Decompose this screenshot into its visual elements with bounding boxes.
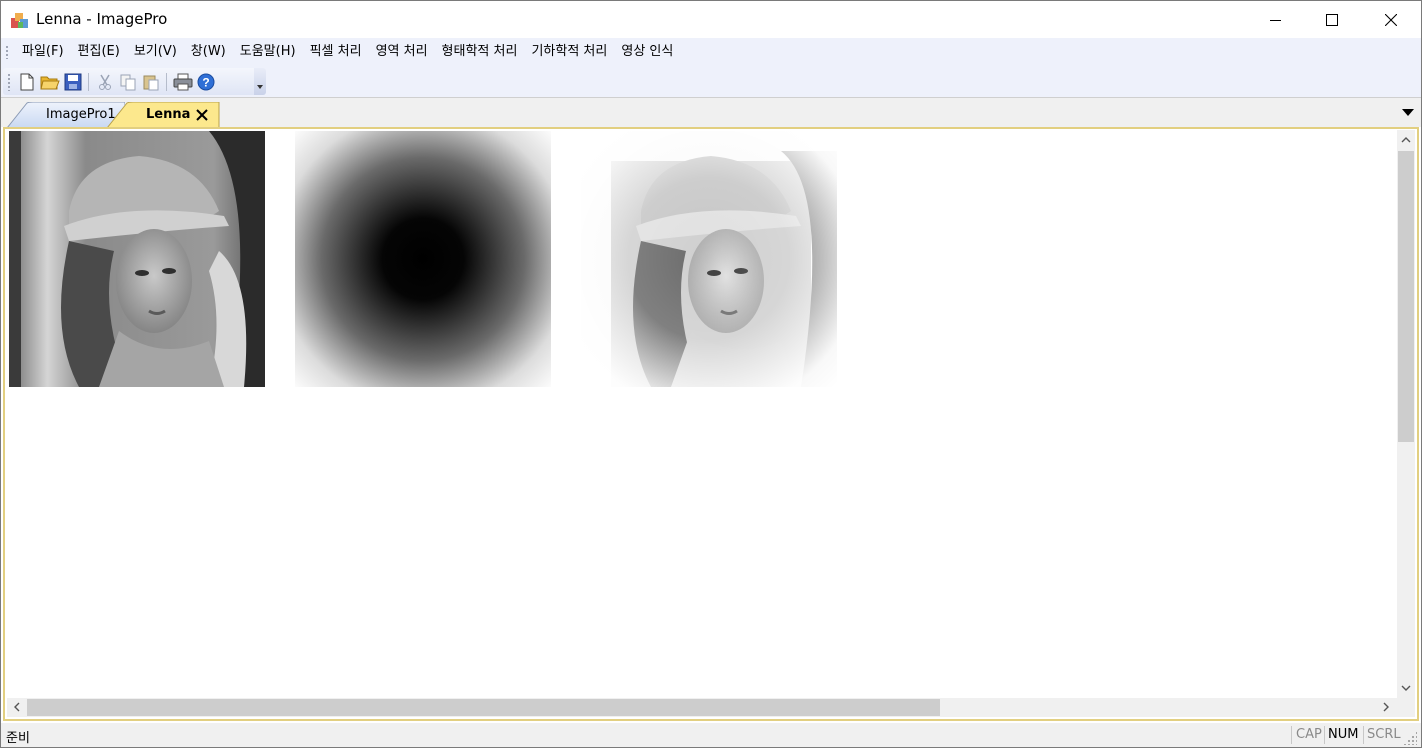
open-folder-icon: [39, 76, 60, 89]
new-file-icon: [20, 73, 33, 90]
copy-icon: [120, 74, 135, 90]
chevron-right-icon: [1383, 702, 1389, 712]
document-view: [3, 127, 1419, 721]
menu-window[interactable]: 창(W): [184, 38, 233, 66]
num-lock-indicator: NUM: [1328, 727, 1359, 742]
menubar-grip[interactable]: [5, 45, 9, 59]
copy-button[interactable]: [116, 70, 139, 93]
menu-pixel-processing[interactable]: 픽셀 처리: [303, 38, 369, 66]
menu-geometric-processing[interactable]: 기하학적 처리: [524, 38, 614, 66]
scroll-up-button[interactable]: [1397, 131, 1415, 149]
image-canvas[interactable]: [7, 130, 1397, 698]
tab-lenna[interactable]: Lenna: [107, 102, 220, 128]
document-tab-strip: ImagePro1 Lenna: [1, 97, 1421, 128]
scrollbar-corner: [1397, 698, 1415, 717]
app-icon: [11, 13, 28, 28]
close-icon: [1385, 13, 1397, 26]
menu-file[interactable]: 파일(F): [15, 38, 71, 66]
status-separator: [1363, 726, 1364, 744]
menu-area-processing[interactable]: 영역 처리: [369, 38, 435, 66]
scroll-down-button[interactable]: [1397, 679, 1415, 697]
chevron-down-icon: [1401, 685, 1411, 691]
caps-lock-indicator: CAP: [1296, 727, 1322, 742]
cut-scissors-icon: [98, 74, 111, 90]
title-bar: Lenna - ImagePro: [1, 1, 1421, 38]
toolbar-overflow-button[interactable]: [254, 68, 266, 95]
menu-morphology-processing[interactable]: 형태학적 처리: [435, 38, 525, 66]
chevron-left-icon: [14, 702, 20, 712]
print-icon: [173, 73, 192, 90]
toolbar-separator: [166, 72, 167, 91]
tabs-dropdown-arrow[interactable]: [1402, 109, 1414, 116]
standard-toolbar: ?: [3, 68, 266, 95]
resize-grip[interactable]: [1403, 731, 1417, 745]
status-message: 준비: [6, 731, 30, 746]
tab-label: ImagePro1: [46, 107, 116, 122]
open-file-button[interactable]: [38, 70, 61, 93]
original-lenna-image: [9, 131, 265, 387]
vertical-scroll-thumb[interactable]: [1398, 151, 1414, 442]
tab-close-icon[interactable]: [196, 109, 208, 121]
paste-button[interactable]: [139, 70, 162, 93]
paste-icon: [143, 75, 158, 90]
menu-help[interactable]: 도움말(H): [233, 38, 303, 66]
toolbar-row: ?: [1, 66, 1421, 97]
menu-bar: 파일(F) 편집(E) 보기(V) 창(W) 도움말(H) 픽셀 처리 영역 처…: [1, 38, 1421, 66]
minimize-icon: [1270, 19, 1281, 21]
help-button[interactable]: ?: [194, 70, 217, 93]
maximize-button[interactable]: [1303, 1, 1361, 38]
chevron-up-icon: [1401, 137, 1411, 143]
print-button[interactable]: [171, 70, 194, 93]
status-separator: [1324, 726, 1325, 744]
maximize-icon: [1326, 13, 1338, 26]
save-disk-icon: [64, 73, 81, 90]
scroll-lock-indicator: SCRL: [1367, 727, 1401, 742]
window-title: Lenna - ImagePro: [36, 10, 168, 28]
horizontal-scrollbar[interactable]: [7, 698, 1397, 717]
cut-button[interactable]: [93, 70, 116, 93]
toolbar-separator: [88, 72, 89, 91]
scroll-left-button[interactable]: [8, 698, 26, 716]
help-icon: ?: [197, 73, 214, 90]
menu-image-recognition[interactable]: 영상 인식: [614, 38, 680, 66]
svg-text:?: ?: [202, 75, 209, 89]
minimize-button[interactable]: [1247, 1, 1305, 38]
save-button[interactable]: [61, 70, 84, 93]
status-bar: 준비 CAP NUM SCRL: [1, 723, 1421, 747]
status-separator: [1291, 726, 1292, 744]
menu-edit[interactable]: 편집(E): [71, 38, 127, 66]
scroll-right-button[interactable]: [1377, 698, 1395, 716]
horizontal-scroll-thumb[interactable]: [27, 699, 940, 716]
radial-gradient-image: [295, 131, 551, 387]
menu-view[interactable]: 보기(V): [127, 38, 184, 66]
vertical-scrollbar[interactable]: [1397, 130, 1415, 698]
toolbar-grip[interactable]: [7, 72, 11, 91]
masked-lenna-image: [581, 131, 837, 387]
tab-label: Lenna: [146, 107, 191, 122]
new-file-button[interactable]: [15, 70, 38, 93]
close-button[interactable]: [1362, 1, 1420, 38]
app-window: Lenna - ImagePro 파일(F) 편집(E) 보기(V) 창(W) …: [0, 0, 1422, 748]
